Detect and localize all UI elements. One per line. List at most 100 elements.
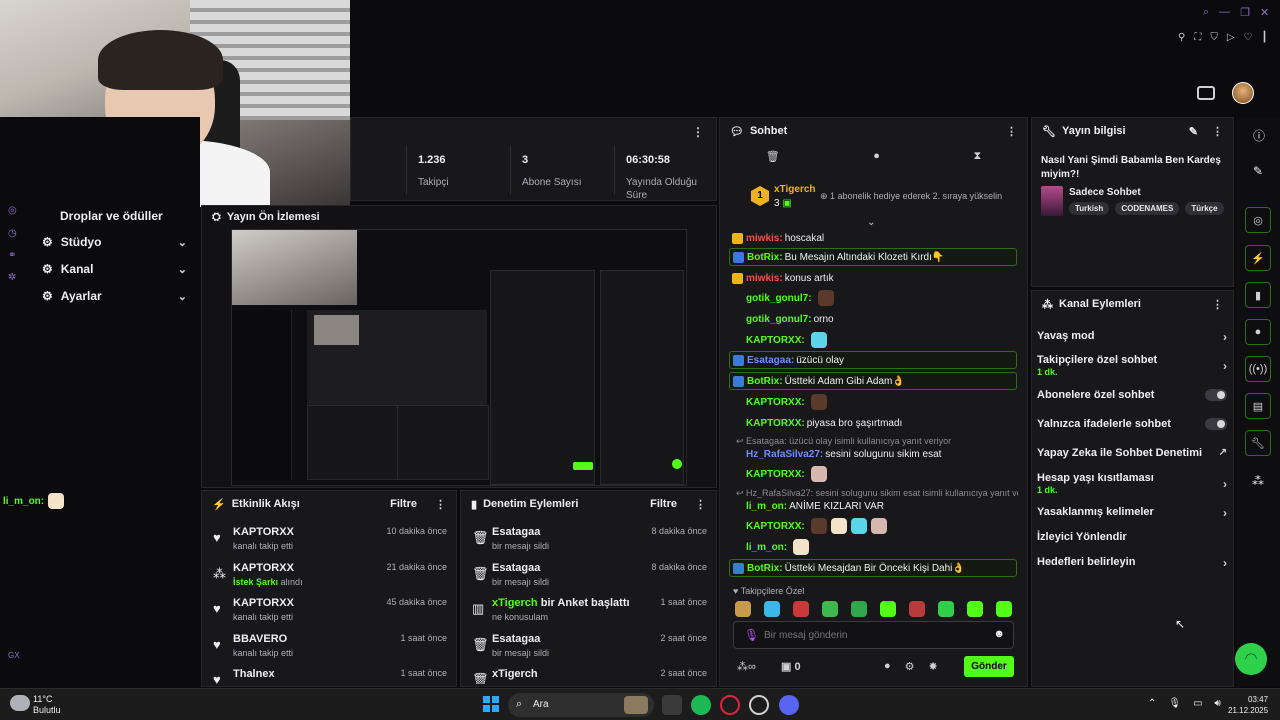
- more-options-icon[interactable]: ⋮: [435, 498, 446, 511]
- activity-item[interactable]: ♥ KAPTORXX kanalı takip etti 10 dakika önc…: [211, 526, 447, 560]
- spotify-icon[interactable]: [691, 695, 711, 715]
- pin-icon[interactable]: ⚲: [1178, 32, 1185, 46]
- mic-icon[interactable]: 🎙︎: [1168, 698, 1181, 709]
- screenshot-icon[interactable]: ⛶: [1194, 32, 1201, 46]
- rail-button-camera[interactable]: ◎: [1245, 207, 1271, 233]
- filter-button[interactable]: Filtre: [390, 498, 417, 510]
- chat-message[interactable]: miwkis: hoscakal: [729, 229, 1017, 247]
- chat-message[interactable]: KAPTORXX:: [729, 465, 1017, 483]
- edit-icon[interactable]: ✎: [1189, 125, 1198, 138]
- sidebar-item-studio[interactable]: ⚙ Stüdyo ⌄: [42, 235, 187, 249]
- chat-username[interactable]: gotik_gonul7:: [746, 314, 812, 325]
- monitor-icon[interactable]: ▭: [1193, 698, 1202, 709]
- rail-button-chat[interactable]: ●: [1245, 319, 1271, 345]
- chat-message[interactable]: KAPTORXX: piyasa bro şaşırtmadı: [729, 414, 1017, 432]
- chat-username[interactable]: KAPTORXX:: [746, 521, 805, 532]
- chat-username[interactable]: BotRix:: [747, 252, 783, 263]
- speech-bubble-icon[interactable]: ●: [873, 150, 880, 168]
- support-headset-icon[interactable]: ◠: [1235, 643, 1267, 675]
- chat-username[interactable]: Esatagaa:: [747, 355, 794, 366]
- chevron-up-icon[interactable]: ⌃: [1148, 698, 1156, 709]
- chat-message-highlighted[interactable]: BotRix: Üstteki Mesajdan Bir Önceki Kişi …: [729, 559, 1017, 577]
- rail-button-lightning[interactable]: ⚡: [1245, 245, 1271, 271]
- sidebar-item-drops[interactable]: Droplar ve ödüller: [40, 209, 185, 223]
- action-goals[interactable]: Hedefleri belirleyin ›: [1037, 556, 1227, 570]
- clock-small-icon[interactable]: ◷: [8, 228, 20, 240]
- emoji-icon[interactable]: ☻: [993, 628, 1005, 640]
- volume-icon[interactable]: 🔊︎: [1215, 698, 1221, 709]
- toggle-switch[interactable]: [1205, 418, 1227, 430]
- more-options-icon[interactable]: ⋮: [1006, 125, 1017, 138]
- heart-outline-icon[interactable]: ♡: [1244, 32, 1253, 46]
- emote-picker-row[interactable]: [735, 601, 1025, 619]
- chat-input[interactable]: [764, 626, 984, 644]
- users-icon[interactable]: ⁂: [1252, 474, 1264, 488]
- chat-username[interactable]: miwkis:: [746, 233, 783, 244]
- app-icon[interactable]: [749, 695, 769, 715]
- chat-message[interactable]: KAPTORXX:: [729, 517, 1017, 535]
- collapse-icon[interactable]: ⌄: [867, 217, 875, 228]
- clock[interactable]: 03:47 21.12.2025: [1228, 694, 1268, 716]
- chat-username[interactable]: li_m_on:: [746, 542, 787, 553]
- top-gifter-name[interactable]: xTigerch: [774, 184, 816, 195]
- moderation-item[interactable]: 🗑︎ xTigerch 2 saat önce: [470, 668, 707, 684]
- moderation-item[interactable]: 🗑︎ Esatagaa bir mesajı sildi 8 dakika önce: [470, 562, 707, 596]
- edit-icon[interactable]: ✎: [1253, 164, 1263, 178]
- mic-icon[interactable]: 🎙︎: [744, 628, 759, 642]
- chat-username[interactable]: BotRix:: [747, 376, 783, 387]
- shield-icon[interactable]: ⛉: [1210, 32, 1218, 46]
- activity-item[interactable]: ♥ KAPTORXX kanalı takip etti 45 dakika önc…: [211, 597, 447, 631]
- rail-button-layout[interactable]: ▤: [1245, 393, 1271, 419]
- action-followers-only[interactable]: Takipçilere özel sohbet 1 dk. ›: [1037, 354, 1227, 377]
- chat-message[interactable]: KAPTORXX:: [729, 393, 1017, 411]
- chat-username[interactable]: KAPTORXX:: [746, 335, 805, 346]
- sidebar-item-settings[interactable]: ⚙ Ayarlar ⌄: [42, 289, 187, 303]
- moderation-item[interactable]: 🗑︎ Esatagaa bir mesajı sildi 8 dakika önce: [470, 526, 707, 560]
- moderation-item[interactable]: 🗑︎ Esatagaa bir mesajı sildi 2 saat önce: [470, 633, 707, 667]
- activity-item[interactable]: ♥ BBAVERO kanalı takip etti 1 saat önce: [211, 633, 447, 667]
- weather-icon[interactable]: [10, 695, 30, 711]
- maximize-icon[interactable]: ❐: [1240, 6, 1250, 20]
- action-emote-only[interactable]: Yalnızca ifadelerle sohbet: [1037, 418, 1227, 430]
- rail-button-broadcast[interactable]: ((•)): [1245, 356, 1271, 382]
- chat-message[interactable]: KAPTORXX:: [729, 331, 1017, 349]
- chat-username[interactable]: gotik_gonul7:: [746, 293, 812, 304]
- activity-item[interactable]: ♥ Thalnex 1 saat önce: [211, 668, 447, 684]
- tag[interactable]: Türkçe: [1185, 202, 1224, 215]
- chat-username[interactable]: li_m_on:: [746, 501, 787, 512]
- more-options-icon[interactable]: ⋮: [1212, 298, 1223, 311]
- chat-message[interactable]: li_m_on: ANİME KIZLARI VAR: [729, 497, 1017, 515]
- category-thumbnail[interactable]: [1041, 186, 1063, 216]
- chat-username[interactable]: Hz_RafaSilva27:: [746, 449, 823, 460]
- mod-shield-icon[interactable]: ✸: [929, 660, 938, 673]
- play-icon[interactable]: ▷: [1227, 32, 1235, 46]
- send-button[interactable]: Gönder: [964, 656, 1014, 677]
- hourglass-icon[interactable]: ⧗: [973, 150, 981, 168]
- rail-button-book[interactable]: ▮: [1245, 282, 1271, 308]
- windows-start-icon[interactable]: [483, 696, 499, 712]
- chat-icon[interactable]: ●: [884, 660, 891, 673]
- action-ai-moderation[interactable]: Yapay Zeka ile Sohbet Denetimi ↗: [1037, 447, 1227, 459]
- activity-item[interactable]: ⁂ KAPTORXX İstek Şarkı alındı 21 dakika …: [211, 562, 447, 596]
- action-subscribers-only[interactable]: Abonelere özel sohbet: [1037, 389, 1227, 401]
- menu-icon[interactable]: ┃: [1262, 32, 1268, 46]
- chat-message-highlighted[interactable]: Esatagaa: üzücü olay: [729, 351, 1017, 369]
- taskbar-search[interactable]: ⌕ Ara: [508, 693, 654, 717]
- chat-username[interactable]: miwkis:: [746, 273, 783, 284]
- chat-message[interactable]: miwkis: konus artık: [729, 269, 1017, 287]
- action-slow-mode[interactable]: Yavaş mod ›: [1037, 330, 1227, 344]
- chat-message[interactable]: li_m_on:: [729, 538, 1017, 556]
- link-small-icon[interactable]: ⚭: [8, 250, 20, 262]
- close-icon[interactable]: ✕: [1260, 6, 1269, 20]
- weather-widget[interactable]: 11°C Bulutlu: [33, 694, 61, 716]
- chat-message-highlighted[interactable]: BotRix: Bu Mesajın Altındaki Klozeti Kırd…: [729, 248, 1017, 266]
- stream-preview-video[interactable]: [231, 229, 687, 486]
- chat-username[interactable]: KAPTORXX:: [746, 418, 805, 429]
- toggle-switch[interactable]: [1205, 389, 1227, 401]
- tag[interactable]: Turkish: [1069, 202, 1110, 215]
- rail-button-wrench[interactable]: 🔧︎: [1245, 430, 1271, 456]
- points-counter[interactable]: ▣ 0: [781, 660, 801, 673]
- gear-icon[interactable]: ⚙: [905, 660, 915, 673]
- info-icon[interactable]: ⓘ: [1253, 127, 1265, 144]
- more-options-icon[interactable]: ⋮: [1212, 125, 1223, 138]
